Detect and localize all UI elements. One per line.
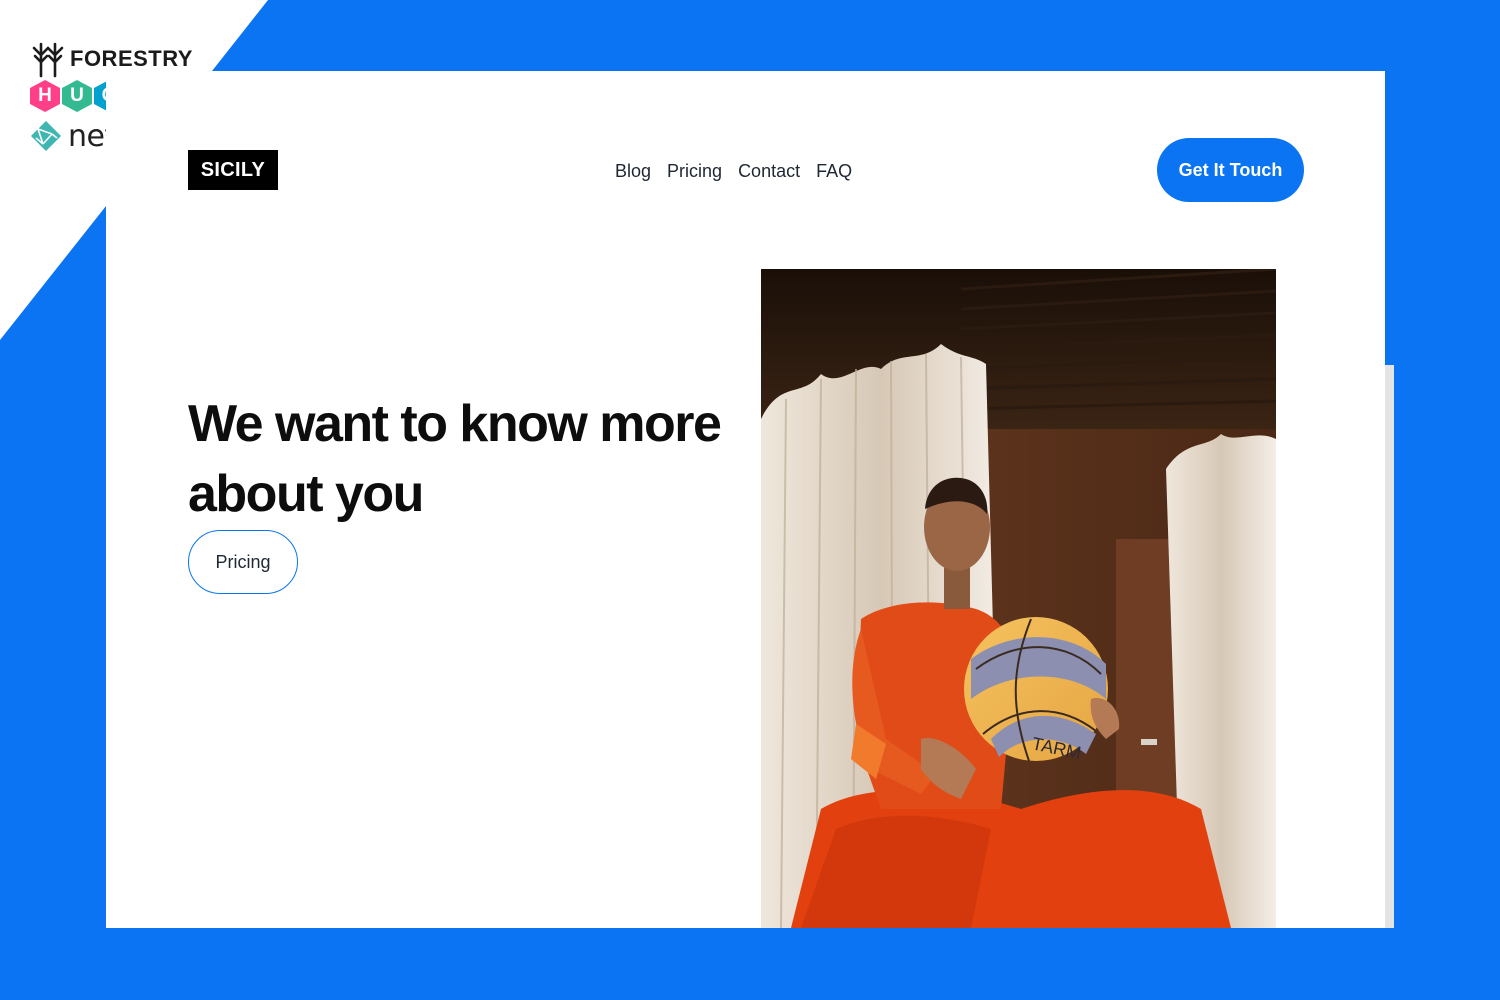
nav-link-blog[interactable]: Blog — [615, 161, 651, 182]
get-in-touch-button[interactable]: Get It Touch — [1157, 138, 1304, 202]
nav-link-contact[interactable]: Contact — [738, 161, 800, 182]
site-logo[interactable]: SICILY — [188, 150, 278, 190]
forestry-wordmark: FORESTRY — [70, 46, 193, 71]
forestry-tree-icon — [32, 42, 64, 78]
main-nav: Blog Pricing Contact FAQ — [615, 157, 852, 185]
netlify-diamond-icon — [31, 121, 61, 151]
card-shadow — [1385, 365, 1394, 928]
hero-photo: TARM — [761, 269, 1276, 928]
hugo-letter-h: H — [30, 80, 60, 112]
nav-link-faq[interactable]: FAQ — [816, 161, 852, 182]
hugo-letter-u: U — [62, 80, 92, 112]
hero-title-line-2: about you — [188, 465, 424, 523]
website-preview: SICILY Blog Pricing Contact FAQ Get It T… — [106, 71, 1385, 928]
hero-title-line-1: We want to know more — [188, 395, 722, 453]
hero-title: We want to know more about you — [188, 389, 748, 529]
hero-photo-illustration: TARM — [761, 269, 1276, 928]
pricing-button[interactable]: Pricing — [188, 530, 298, 594]
nav-link-pricing[interactable]: Pricing — [667, 161, 722, 182]
